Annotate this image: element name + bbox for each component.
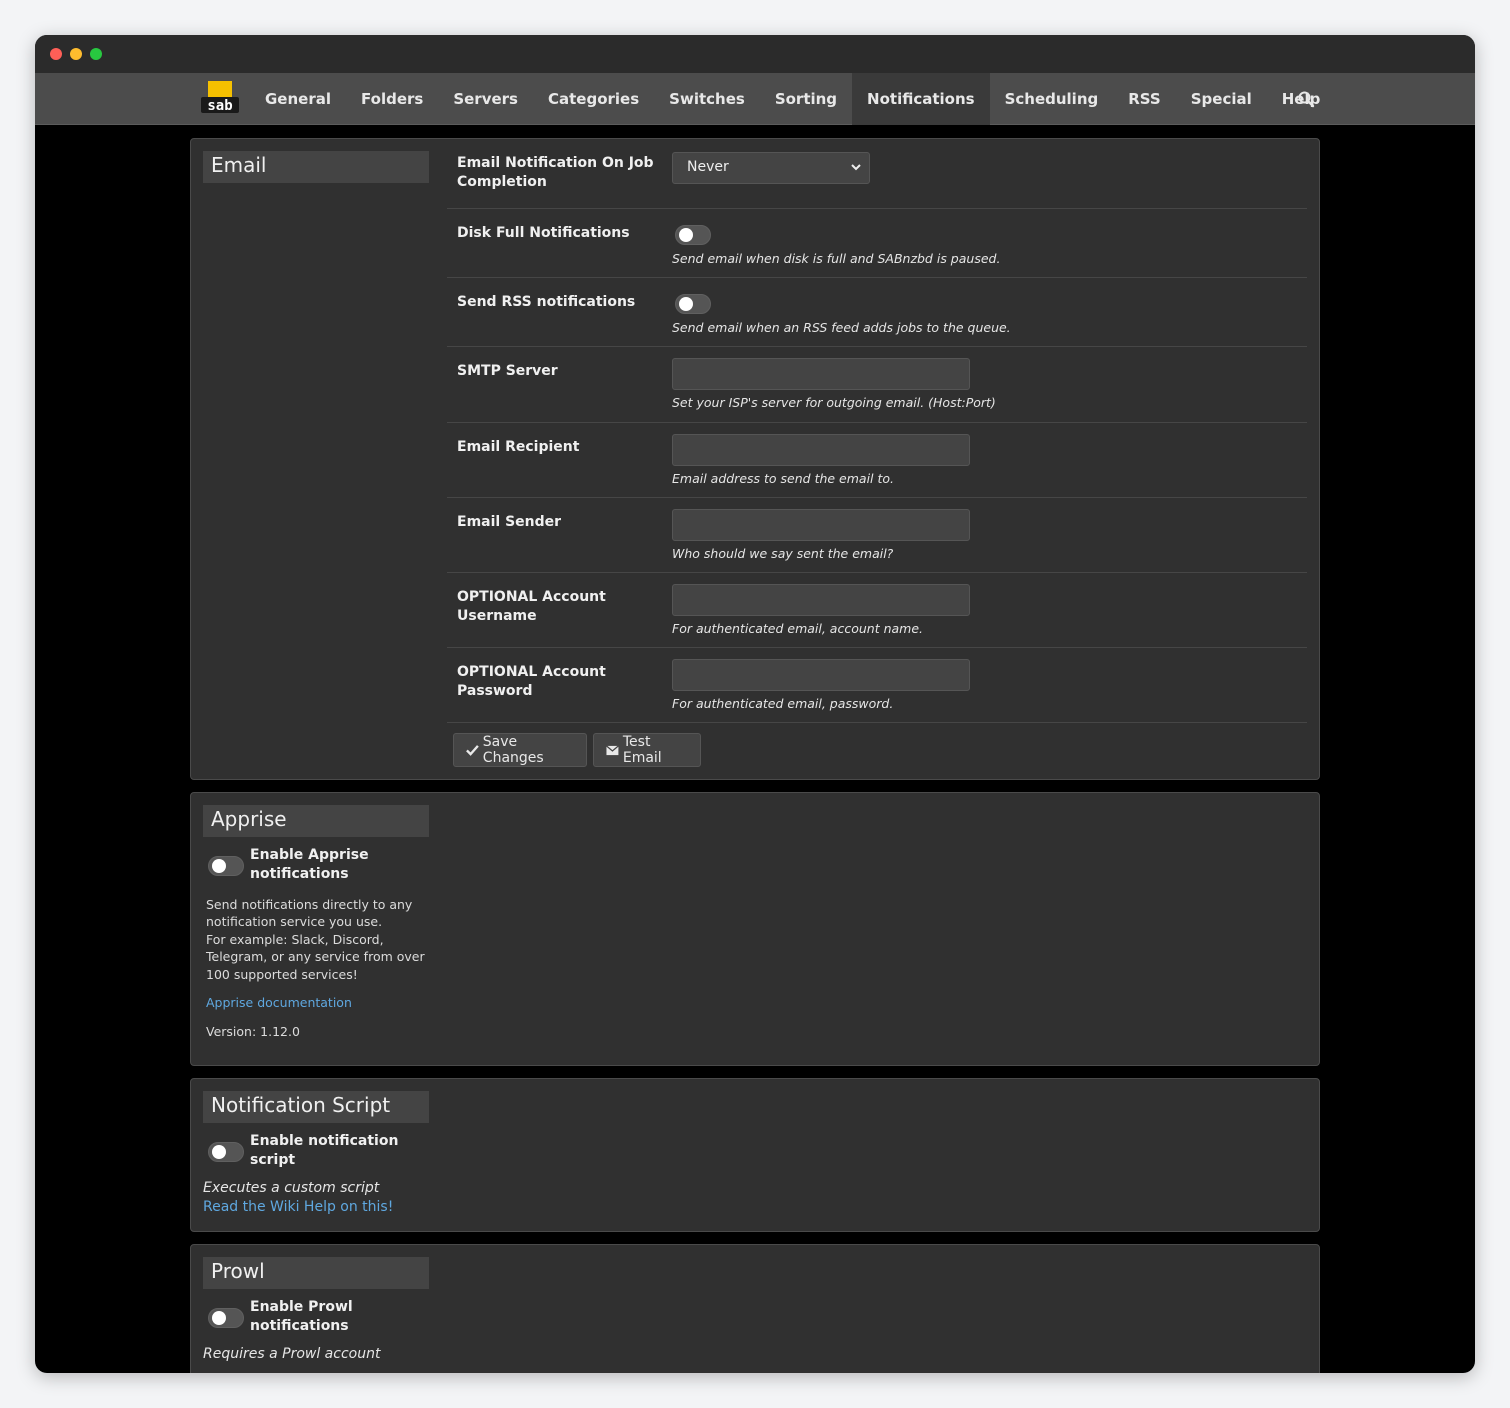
save-changes-button[interactable]: Save Changes	[453, 733, 587, 767]
job-completion-row: Email Notification On Job Completion Nev…	[447, 139, 1307, 209]
apprise-version: Version: 1.12.0	[206, 1024, 300, 1039]
nav-rss[interactable]: RSS	[1113, 73, 1175, 125]
smtp-label: SMTP Server	[457, 363, 558, 379]
sender-row: Email Sender Who should we say sent the …	[447, 498, 1307, 573]
maximize-window-button[interactable]	[90, 48, 102, 60]
svg-text:sab: sab	[207, 98, 232, 114]
nav-general[interactable]: General	[250, 73, 346, 125]
prowl-toggle[interactable]	[208, 1308, 244, 1328]
smtp-server-input[interactable]	[672, 358, 970, 390]
nav-folders[interactable]: Folders	[346, 73, 438, 125]
apprise-enable-label: Enable Apprise notifications	[250, 847, 369, 882]
prowl-panel-title: Prowl	[203, 1257, 429, 1289]
email-sender-input[interactable]	[672, 509, 970, 541]
recipient-row: Email Recipient Email address to send th…	[447, 423, 1307, 498]
rss-label: Send RSS notifications	[457, 294, 636, 310]
title-bar	[35, 35, 1475, 73]
wiki-help-link[interactable]: Read the Wiki Help on this!	[203, 1199, 393, 1215]
nav-special[interactable]: Special	[1176, 73, 1267, 125]
close-window-button[interactable]	[50, 48, 62, 60]
password-row: OPTIONAL Account Password For authentica…	[447, 648, 1307, 723]
sender-label: Email Sender	[457, 514, 562, 530]
disk-full-help: Send email when disk is full and SABnzbd…	[672, 251, 1001, 266]
apprise-examples: For example: Slack, Discord, Telegram, o…	[206, 932, 425, 982]
smtp-row: SMTP Server Set your ISP's server for ou…	[447, 347, 1307, 423]
apprise-panel-title: Apprise	[203, 805, 429, 837]
test-email-button[interactable]: Test Email	[593, 733, 701, 767]
nav-categories[interactable]: Categories	[533, 73, 654, 125]
top-navbar: sab General Folders Servers Categories S…	[35, 73, 1475, 125]
disk-full-toggle[interactable]	[675, 225, 711, 245]
prowl-enable-label: Enable Prowl notifications	[250, 1299, 353, 1334]
rss-help: Send email when an RSS feed adds jobs to…	[672, 320, 1011, 335]
nav-menu: General Folders Servers Categories Switc…	[250, 73, 1335, 125]
job-completion-select[interactable]: Never	[672, 152, 870, 184]
save-changes-label: Save Changes	[482, 734, 544, 766]
prowl-description: Requires a Prowl account	[203, 1346, 381, 1362]
rss-toggle[interactable]	[675, 294, 711, 314]
username-row: OPTIONAL Account Username For authentica…	[447, 573, 1307, 648]
check-icon	[466, 745, 479, 756]
username-label: OPTIONAL Account Username	[457, 589, 606, 624]
disk-full-row: Disk Full Notifications Send email when …	[447, 209, 1307, 278]
account-username-input[interactable]	[672, 584, 970, 616]
password-help: For authenticated email, password.	[672, 696, 894, 711]
email-actions: Save Changes Test Email	[453, 733, 853, 767]
email-panel: Email Email Notification On Job Completi…	[190, 138, 1320, 780]
recipient-label: Email Recipient	[457, 439, 580, 455]
nav-servers[interactable]: Servers	[438, 73, 533, 125]
nav-sorting[interactable]: Sorting	[760, 73, 852, 125]
apprise-toggle[interactable]	[208, 856, 244, 876]
sender-help: Who should we say sent the email?	[672, 546, 894, 561]
recipient-help: Email address to send the email to.	[672, 471, 895, 486]
nav-switches[interactable]: Switches	[654, 73, 760, 125]
email-recipient-input[interactable]	[672, 434, 970, 466]
apprise-description: Send notifications directly to any notif…	[206, 897, 413, 930]
script-enable-label: Enable notification script	[250, 1133, 399, 1168]
script-description: Executes a custom script	[203, 1180, 380, 1196]
nav-scheduling[interactable]: Scheduling	[990, 73, 1114, 125]
minimize-window-button[interactable]	[70, 48, 82, 60]
email-panel-title: Email	[203, 151, 429, 183]
sabnzbd-logo[interactable]: sab	[200, 79, 240, 117]
apprise-panel: Apprise Enable Apprise notifications Sen…	[190, 792, 1320, 1066]
password-label: OPTIONAL Account Password	[457, 664, 606, 699]
app-window: sab General Folders Servers Categories S…	[35, 35, 1475, 1373]
script-toggle[interactable]	[208, 1142, 244, 1162]
smtp-help: Set your ISP's server for outgoing email…	[672, 395, 996, 410]
script-panel-title: Notification Script	[203, 1091, 429, 1123]
prowl-panel: Prowl Enable Prowl notifications Require…	[190, 1244, 1320, 1373]
account-password-input[interactable]	[672, 659, 970, 691]
job-completion-label: Email Notification On Job Completion	[457, 155, 654, 190]
chevron-down-icon	[851, 164, 861, 171]
search-icon[interactable]	[1297, 90, 1315, 108]
test-email-label: Test Email	[622, 734, 662, 766]
nav-notifications[interactable]: Notifications	[852, 73, 990, 125]
disk-full-label: Disk Full Notifications	[457, 225, 630, 241]
notification-script-panel: Notification Script Enable notification …	[190, 1078, 1320, 1232]
rss-row: Send RSS notifications Send email when a…	[447, 278, 1307, 347]
username-help: For authenticated email, account name.	[672, 621, 923, 636]
job-completion-value: Never	[687, 159, 729, 175]
apprise-doc-link[interactable]: Apprise documentation	[206, 994, 426, 1011]
envelope-icon	[606, 744, 619, 755]
